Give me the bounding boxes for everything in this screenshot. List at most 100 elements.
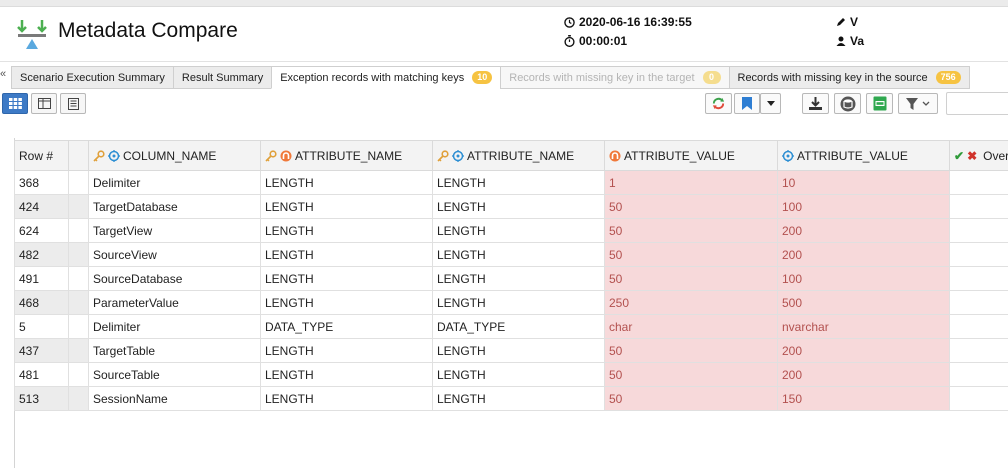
- export-csv-button[interactable]: [866, 93, 893, 114]
- attribute-name-source-cell: LENGTH: [261, 195, 433, 219]
- record-view-button[interactable]: [60, 93, 86, 114]
- bookmark-icon: [742, 97, 752, 110]
- grid-view-icon: [9, 98, 22, 109]
- table-row[interactable]: 481 SourceTable LENGTH LENGTH 50 200: [15, 363, 1008, 387]
- row-select-cell[interactable]: [69, 171, 89, 195]
- row-select-cell[interactable]: [69, 363, 89, 387]
- user-line-2: Va: [836, 34, 866, 48]
- tab-exception-records-matching-keys[interactable]: Exception records with matching keys 10: [271, 66, 500, 89]
- document-icon: [68, 98, 79, 110]
- overall-status-cell: [950, 315, 1008, 339]
- search-input[interactable]: [946, 92, 1008, 115]
- row-number-header[interactable]: Row #: [15, 141, 69, 171]
- check-icon: ✔: [954, 149, 964, 163]
- overall-status-cell: [950, 387, 1008, 411]
- table-row[interactable]: 624 TargetView LENGTH LENGTH 50 200: [15, 219, 1008, 243]
- app-title: Metadata Compare: [58, 19, 238, 43]
- count-badge: 756: [936, 71, 961, 84]
- user-icon: [836, 36, 846, 46]
- grid-view-button[interactable]: [2, 93, 28, 114]
- target-icon: [108, 150, 120, 162]
- split-view-button[interactable]: [31, 93, 57, 114]
- row-number-cell: 513: [15, 387, 69, 411]
- row-select-cell[interactable]: [69, 339, 89, 363]
- source-icon: [609, 150, 621, 162]
- columns-icon: [38, 98, 51, 109]
- attribute-value-target-header[interactable]: ATTRIBUTE_VALUE: [778, 141, 950, 171]
- table-row[interactable]: 513 SessionName LENGTH LENGTH 50 150: [15, 387, 1008, 411]
- attribute-value-target-cell: 150: [778, 387, 950, 411]
- row-number-cell: 482: [15, 243, 69, 267]
- column-name-cell: Delimiter: [89, 171, 261, 195]
- overall-status-cell: [950, 267, 1008, 291]
- filter-button[interactable]: [898, 93, 938, 114]
- attribute-value-target-cell: 200: [778, 243, 950, 267]
- attribute-value-source-cell: 50: [605, 267, 778, 291]
- collapse-left-icon[interactable]: «: [0, 68, 6, 80]
- attribute-value-target-cell: 100: [778, 195, 950, 219]
- download-icon: [809, 97, 822, 110]
- attribute-value-target-cell: nvarchar: [778, 315, 950, 339]
- table-row[interactable]: 5 Delimiter DATA_TYPE DATA_TYPE char nva…: [15, 315, 1008, 339]
- attribute-name-target-cell: LENGTH: [433, 363, 605, 387]
- download-button[interactable]: [802, 93, 829, 114]
- row-select-cell[interactable]: [69, 315, 89, 339]
- tab-missing-key-in-source[interactable]: Records with missing key in the source 7…: [729, 66, 970, 89]
- column-name-cell: SessionName: [89, 387, 261, 411]
- table-row[interactable]: 491 SourceDatabase LENGTH LENGTH 50 100: [15, 267, 1008, 291]
- overall-status-cell: [950, 195, 1008, 219]
- attribute-name-target-cell: LENGTH: [433, 339, 605, 363]
- row-number-cell: 424: [15, 195, 69, 219]
- row-number-cell: 468: [15, 291, 69, 315]
- database-export-button[interactable]: [834, 93, 861, 114]
- run-duration: 00:00:01: [564, 34, 627, 48]
- column-name-header[interactable]: COLUMN_NAME: [89, 141, 261, 171]
- table-row[interactable]: 437 TargetTable LENGTH LENGTH 50 200: [15, 339, 1008, 363]
- row-select-cell[interactable]: [69, 387, 89, 411]
- tab-result-summary[interactable]: Result Summary: [173, 66, 271, 89]
- attribute-name-target-header[interactable]: ATTRIBUTE_NAME: [433, 141, 605, 171]
- table-row[interactable]: 468 ParameterValue LENGTH LENGTH 250 500: [15, 291, 1008, 315]
- attribute-name-target-cell: LENGTH: [433, 387, 605, 411]
- attribute-value-source-cell: 50: [605, 339, 778, 363]
- column-name-cell: Delimiter: [89, 315, 261, 339]
- attribute-name-source-cell: LENGTH: [261, 363, 433, 387]
- attribute-name-source-cell: LENGTH: [261, 267, 433, 291]
- attribute-name-target-cell: LENGTH: [433, 171, 605, 195]
- attribute-value-source-header[interactable]: ATTRIBUTE_VALUE: [605, 141, 778, 171]
- caret-down-icon: [767, 101, 775, 106]
- clock-icon: [564, 17, 575, 28]
- row-select-cell[interactable]: [69, 291, 89, 315]
- attribute-name-source-cell: LENGTH: [261, 243, 433, 267]
- pencil-icon: [836, 17, 846, 27]
- row-select-cell[interactable]: [69, 195, 89, 219]
- overall-status-cell: [950, 219, 1008, 243]
- row-select-cell[interactable]: [69, 243, 89, 267]
- row-number-cell: 437: [15, 339, 69, 363]
- attribute-value-target-cell: 200: [778, 363, 950, 387]
- bookmark-dropdown-button[interactable]: [760, 93, 781, 114]
- result-tabs: Scenario Execution Summary Result Summar…: [11, 66, 970, 89]
- metadata-compare-icon: [17, 18, 47, 52]
- app-header: Metadata Compare 2020-06-16 16:39:55 00:…: [0, 7, 1008, 62]
- overall-status-cell: [950, 339, 1008, 363]
- table-row[interactable]: 424 TargetDatabase LENGTH LENGTH 50 100: [15, 195, 1008, 219]
- row-select-cell[interactable]: [69, 219, 89, 243]
- tab-scenario-execution-summary[interactable]: Scenario Execution Summary: [11, 66, 173, 89]
- attribute-value-target-cell: 100: [778, 267, 950, 291]
- row-select-cell[interactable]: [69, 267, 89, 291]
- refresh-button[interactable]: [705, 93, 732, 114]
- database-icon: [840, 96, 856, 112]
- attribute-name-target-cell: DATA_TYPE: [433, 315, 605, 339]
- table-row[interactable]: 482 SourceView LENGTH LENGTH 50 200: [15, 243, 1008, 267]
- bookmark-button[interactable]: [734, 93, 760, 114]
- attribute-value-target-cell: 200: [778, 219, 950, 243]
- user-line-1: V: [836, 15, 864, 29]
- table-row[interactable]: 368 Delimiter LENGTH LENGTH 1 10: [15, 171, 1008, 195]
- overall-status-header[interactable]: ✔✖ Overa: [950, 141, 1008, 171]
- column-name-cell: TargetTable: [89, 339, 261, 363]
- row-number-cell: 5: [15, 315, 69, 339]
- attribute-name-source-header[interactable]: ATTRIBUTE_NAME: [261, 141, 433, 171]
- overall-status-cell: [950, 291, 1008, 315]
- tab-missing-key-in-target[interactable]: Records with missing key in the target 0: [500, 66, 728, 89]
